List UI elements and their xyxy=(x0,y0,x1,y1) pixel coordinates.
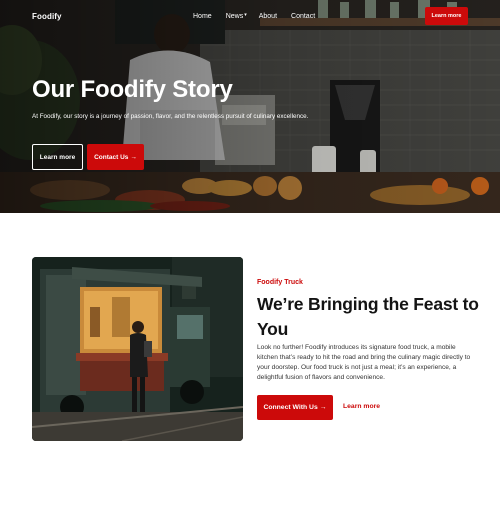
nav-link-about[interactable]: About xyxy=(259,13,277,20)
feature-eyebrow: Foodify Truck xyxy=(257,279,303,286)
arrow-right-icon: → xyxy=(319,404,327,411)
top-navigation: Foodify Home News ▾ About Contact Learn … xyxy=(0,0,500,34)
nav-link-news[interactable]: News ▾ xyxy=(225,11,247,21)
nav-link-contact[interactable]: Contact xyxy=(291,13,315,20)
caret-down-icon: ▾ xyxy=(244,11,247,18)
hero-contact-us-label: Contact Us xyxy=(94,153,129,161)
food-truck-image xyxy=(32,257,243,441)
brand-logo[interactable]: Foodify xyxy=(32,12,62,21)
hero-section: Foodify Home News ▾ About Contact Learn … xyxy=(0,0,500,213)
feature-title: We’re Bringing the Feast to You xyxy=(257,294,479,339)
feature-learn-more-link[interactable]: Learn more xyxy=(343,403,380,410)
hero-learn-more-button[interactable]: Learn more xyxy=(32,144,83,170)
feature-body: Look no further! Foodify introduces its … xyxy=(257,344,471,381)
nav-learn-more-button[interactable]: Learn more xyxy=(425,7,468,25)
arrow-right-icon: → xyxy=(130,153,137,161)
nav-link-home[interactable]: Home xyxy=(193,13,212,20)
nav-links: Home News ▾ About Contact xyxy=(193,11,315,21)
hero-subtitle: At Foodify, our story is a journey of pa… xyxy=(32,113,309,120)
nav-link-news-label: News xyxy=(225,13,244,20)
hero-title: Our Foodify Story xyxy=(32,76,233,103)
connect-with-us-button[interactable]: Connect With Us → xyxy=(257,395,333,420)
hero-contact-us-button[interactable]: Contact Us → xyxy=(87,144,144,170)
connect-with-us-label: Connect With Us xyxy=(263,404,318,411)
food-truck-illustration xyxy=(32,257,243,441)
